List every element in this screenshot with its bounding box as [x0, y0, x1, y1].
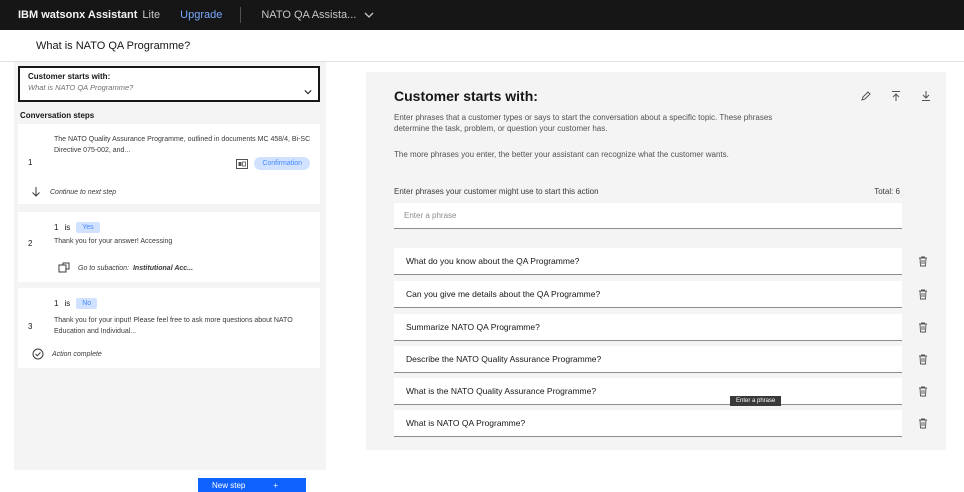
subaction-name[interactable]: Institutional Acc... [133, 265, 193, 272]
step-card-3[interactable]: 1 is No Thank you for your input! Please… [18, 288, 320, 368]
confirmation-response: Confirmation [236, 157, 310, 170]
subaction-prefix: Go to subaction: [78, 264, 129, 272]
upload-icon[interactable] [890, 90, 902, 102]
chevron-down-icon[interactable] [304, 88, 312, 96]
condition-operator: is [64, 223, 71, 232]
action-complete-label: Action complete [52, 350, 102, 358]
phrase-row[interactable]: What is the NATO Quality Assurance Progr… [394, 378, 902, 405]
step-card-2[interactable]: 1 is Yes Thank you for your answer! Acce… [18, 212, 320, 282]
arrow-down-icon [32, 187, 40, 197]
editor-hint: The more phrases you enter, the better y… [394, 150, 729, 159]
subaction-icon [58, 262, 70, 273]
download-icon[interactable] [920, 90, 932, 102]
trash-icon[interactable] [918, 289, 928, 300]
step-number: 3 [28, 322, 33, 331]
trash-icon[interactable] [918, 322, 928, 333]
customer-starts-editor: Customer starts with: Enter phrases that… [366, 72, 946, 450]
steps-panel: Customer starts with: What is NATO QA Pr… [14, 62, 326, 492]
new-step-label: New step [212, 480, 246, 490]
phrase-row[interactable]: Can you give me details about the QA Pro… [394, 281, 902, 308]
condition-step: 1 [54, 223, 59, 232]
confirmation-tag: Confirmation [254, 157, 310, 170]
step-footer: Continue to next step [30, 186, 116, 198]
edit-icon[interactable] [860, 90, 872, 102]
starter-subtitle: What is NATO QA Programme? [28, 83, 134, 92]
top-bar: IBM watsonx Assistant Lite Upgrade NATO … [0, 0, 964, 30]
step-footer: Action complete [32, 348, 102, 360]
phrase-row[interactable]: What do you know about the QA Programme? [394, 248, 902, 275]
upgrade-link[interactable]: Upgrade [180, 9, 222, 21]
phrase-row[interactable]: What is NATO QA Programme? [394, 410, 902, 437]
step-text: Thank you for your answer! Accessing [54, 238, 173, 245]
phrases-total: Total: 6 [874, 187, 900, 196]
editor-description: Enter phrases that a customer types or s… [394, 113, 773, 133]
conversation-steps-heading: Conversation steps [20, 111, 95, 120]
topbar-divider [240, 7, 242, 23]
option-icon [236, 158, 249, 169]
assistant-name: NATO QA Assista... [261, 9, 357, 21]
product-name[interactable]: IBM watsonx Assistant [18, 9, 137, 21]
trash-icon[interactable] [918, 386, 928, 397]
tooltip: Enter a phrase [730, 396, 782, 406]
editor-title: Customer starts with: [394, 88, 538, 104]
step-condition: 1 is Yes [54, 222, 100, 233]
starter-title: Customer starts with: [28, 72, 111, 81]
condition-value: No [76, 298, 98, 309]
step-condition: 1 is No [54, 298, 98, 309]
step-text: Thank you for your input! Please feel fr… [54, 317, 293, 335]
plan-label: Lite [142, 9, 161, 21]
trash-icon[interactable] [918, 418, 928, 429]
condition-operator: is [64, 299, 71, 308]
step-footer: Go to subaction: Institutional Acc... [58, 262, 193, 274]
condition-value: Yes [76, 222, 100, 233]
chevron-down-icon [364, 12, 374, 18]
phrase-row[interactable]: Describe the NATO Quality Assurance Prog… [394, 346, 902, 373]
trash-icon[interactable] [918, 354, 928, 365]
editor-toolbar [860, 90, 932, 102]
action-header: What is NATO QA Programme? [0, 30, 964, 62]
phrases-label: Enter phrases your customer might use to… [394, 187, 599, 196]
action-title[interactable]: What is NATO QA Programme? [36, 40, 190, 52]
assistant-switcher[interactable]: NATO QA Assista... [261, 9, 374, 21]
trash-icon[interactable] [918, 256, 928, 267]
phrase-row[interactable]: Summarize NATO QA Programme? [394, 314, 902, 341]
step-number: 2 [28, 239, 33, 248]
condition-step: 1 [54, 299, 59, 308]
new-step-button[interactable]: New step + [198, 478, 306, 492]
phrase-input[interactable] [394, 203, 902, 229]
step-card-1[interactable]: The NATO Quality Assurance Programme, ou… [18, 124, 320, 204]
plus-icon: + [273, 480, 279, 490]
step-number: 1 [28, 158, 33, 167]
continue-label: Continue to next step [50, 188, 117, 196]
step-text: The NATO Quality Assurance Programme, ou… [54, 136, 311, 154]
checkmark-circle-icon [32, 348, 44, 360]
customer-starts-card[interactable]: Customer starts with: What is NATO QA Pr… [18, 66, 320, 102]
